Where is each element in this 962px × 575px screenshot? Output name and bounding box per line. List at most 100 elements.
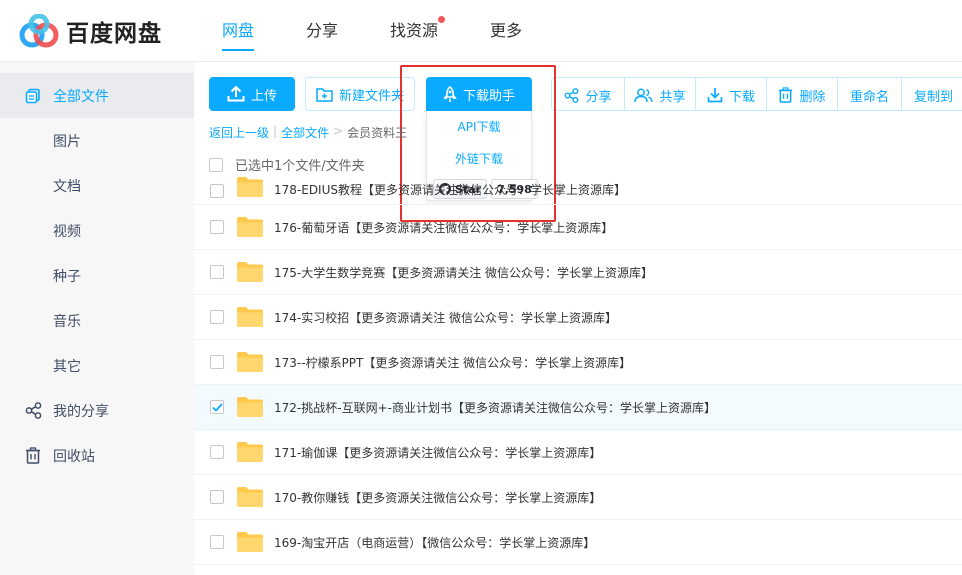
file-row[interactable]: 176-葡萄牙语【更多资源请关注微信公众号：学长掌上资源库】 bbox=[194, 205, 962, 250]
rocket-icon bbox=[443, 85, 457, 102]
copy-to-button[interactable]: 复制到 bbox=[901, 78, 962, 110]
trash-icon bbox=[24, 447, 42, 465]
co-share-label: 共享 bbox=[659, 89, 686, 105]
folder-icon bbox=[237, 217, 263, 237]
file-name[interactable]: 170-教你赚钱【更多资源关注微信公众号：学长掌上资源库】 bbox=[274, 489, 601, 506]
baidu-netdisk-logo[interactable]: 百度网盘 bbox=[18, 14, 162, 48]
folder-icon bbox=[237, 262, 263, 282]
logo-text: 百度网盘 bbox=[66, 21, 162, 47]
trash-icon bbox=[779, 87, 793, 103]
delete-button[interactable]: 删除 bbox=[766, 78, 837, 110]
sidebar-item-label: 图片 bbox=[53, 133, 81, 150]
row-checkbox-checked[interactable] bbox=[210, 400, 224, 414]
file-name[interactable]: 178-EDIUS教程【更多资源请关注微信公众号：学长掌上资源库】 bbox=[274, 181, 626, 198]
sidebar-item-label: 文档 bbox=[53, 178, 81, 195]
nav-label: 找资源 bbox=[390, 21, 439, 40]
sidebar-item-all-files[interactable]: 全部文件 bbox=[0, 73, 194, 118]
file-action-group: 分享 共享 下载 删除 重命名 复制到 bbox=[551, 77, 962, 111]
sidebar-item-other[interactable]: 其它 bbox=[0, 343, 194, 388]
nav-label: 分享 bbox=[306, 21, 339, 40]
folder-icon bbox=[237, 177, 263, 197]
sidebar-item-recycle-bin[interactable]: 回收站 bbox=[0, 433, 194, 478]
download-icon bbox=[707, 88, 723, 103]
row-checkbox[interactable] bbox=[210, 445, 224, 459]
sidebar-item-label: 视频 bbox=[53, 223, 81, 240]
file-name[interactable]: 169-淘宝开店（电商运营）【微信公众号：学长掌上资源库】 bbox=[274, 534, 595, 551]
row-checkbox[interactable] bbox=[210, 310, 224, 324]
file-row[interactable]: 173--柠檬系PPT【更多资源请关注 微信公众号：学长掌上资源库】 bbox=[194, 340, 962, 385]
upload-label: 上传 bbox=[250, 88, 277, 104]
file-row-selected[interactable]: 172-挑战杯-互联网+-商业计划书【更多资源请关注微信公众号：学长掌上资源库】 bbox=[194, 385, 962, 430]
file-name[interactable]: 174-实习校招【更多资源请关注 微信公众号：学长掌上资源库】 bbox=[274, 309, 617, 326]
breadcrumb-all-files-link[interactable]: 全部文件 bbox=[281, 124, 329, 141]
row-checkbox[interactable] bbox=[210, 535, 224, 549]
new-folder-icon bbox=[316, 87, 333, 102]
row-checkbox[interactable] bbox=[210, 490, 224, 504]
sidebar-item-label: 其它 bbox=[53, 358, 81, 375]
breadcrumb-separator: > bbox=[333, 124, 344, 138]
row-checkbox[interactable] bbox=[210, 355, 224, 369]
file-row[interactable]: 178-EDIUS教程【更多资源请关注微信公众号：学长掌上资源库】 bbox=[194, 173, 962, 205]
nav-label: 更多 bbox=[490, 21, 523, 40]
breadcrumb-current: 会员资料王 bbox=[347, 126, 408, 140]
all-files-icon bbox=[24, 87, 42, 105]
download-helper-button[interactable]: 下载助手 bbox=[426, 77, 532, 111]
folder-icon bbox=[237, 307, 263, 327]
row-checkbox[interactable] bbox=[210, 265, 224, 279]
download-helper-label: 下载助手 bbox=[462, 88, 515, 104]
api-download-item[interactable]: API下载 bbox=[427, 111, 531, 143]
notification-dot bbox=[438, 16, 446, 23]
breadcrumb-divider: | bbox=[273, 124, 278, 138]
sidebar-item-label: 全部文件 bbox=[53, 88, 109, 105]
file-row[interactable]: 170-教你赚钱【更多资源关注微信公众号：学长掌上资源库】 bbox=[194, 475, 962, 520]
sidebar-item-images[interactable]: 图片 bbox=[0, 118, 194, 163]
download-button[interactable]: 下载 bbox=[695, 78, 766, 110]
row-checkbox[interactable] bbox=[210, 184, 224, 198]
rename-label: 重命名 bbox=[849, 89, 889, 105]
file-name[interactable]: 175-大学生数学竞赛【更多资源请关注 微信公众号：学长掌上资源库】 bbox=[274, 264, 653, 281]
file-row[interactable]: 171-瑜伽课【更多资源请关注微信公众号：学长掌上资源库】 bbox=[194, 430, 962, 475]
nav-netdisk[interactable]: 网盘 bbox=[222, 0, 255, 62]
file-name[interactable]: 176-葡萄牙语【更多资源请关注微信公众号：学长掌上资源库】 bbox=[274, 219, 613, 236]
delete-label: 删除 bbox=[799, 89, 826, 105]
sidebar-item-label: 我的分享 bbox=[53, 403, 109, 420]
share-label: 分享 bbox=[585, 89, 612, 105]
new-folder-button[interactable]: 新建文件夹 bbox=[305, 77, 415, 111]
share-icon bbox=[24, 402, 42, 420]
file-list: 178-EDIUS教程【更多资源请关注微信公众号：学长掌上资源库】 176-葡萄… bbox=[194, 173, 962, 575]
share-button[interactable]: 分享 bbox=[552, 78, 624, 110]
sidebar-item-documents[interactable]: 文档 bbox=[0, 163, 194, 208]
row-checkbox[interactable] bbox=[210, 220, 224, 234]
nav-more[interactable]: 更多 bbox=[490, 0, 522, 62]
selection-count-text: 已选中1个文件/文件夹 bbox=[235, 159, 365, 174]
nav-share[interactable]: 分享 bbox=[306, 0, 338, 62]
folder-icon bbox=[237, 397, 263, 417]
upload-button[interactable]: 上传 bbox=[209, 77, 295, 111]
file-name[interactable]: 173--柠檬系PPT【更多资源请关注 微信公众号：学长掌上资源库】 bbox=[274, 354, 631, 371]
download-label: 下载 bbox=[728, 89, 755, 105]
file-row[interactable]: 175-大学生数学竞赛【更多资源请关注 微信公众号：学长掌上资源库】 bbox=[194, 250, 962, 295]
logo-icon bbox=[19, 14, 59, 48]
breadcrumb-back-link[interactable]: 返回上一级 bbox=[209, 124, 269, 141]
rename-button[interactable]: 重命名 bbox=[837, 78, 901, 110]
file-row[interactable]: 174-实习校招【更多资源请关注 微信公众号：学长掌上资源库】 bbox=[194, 295, 962, 340]
folder-icon bbox=[237, 442, 263, 462]
external-link-download-item[interactable]: 外链下载 bbox=[427, 143, 531, 175]
file-name[interactable]: 171-瑜伽课【更多资源请关注微信公众号：学长掌上资源库】 bbox=[274, 444, 601, 461]
sidebar-item-music[interactable]: 音乐 bbox=[0, 298, 194, 343]
main-nav: 网盘 分享 找资源 更多 bbox=[222, 0, 574, 62]
file-name[interactable]: 172-挑战杯-互联网+-商业计划书【更多资源请关注微信公众号：学长掌上资源库】 bbox=[274, 399, 716, 416]
users-icon bbox=[634, 88, 654, 102]
select-all-checkbox[interactable] bbox=[209, 157, 223, 172]
sidebar-item-label: 音乐 bbox=[53, 313, 81, 330]
file-row[interactable]: 169-淘宝开店（电商运营）【微信公众号：学长掌上资源库】 bbox=[194, 520, 962, 565]
nav-find-resources[interactable]: 找资源 bbox=[390, 0, 446, 62]
co-share-button[interactable]: 共享 bbox=[624, 78, 695, 110]
sidebar-item-my-shares[interactable]: 我的分享 bbox=[0, 388, 194, 433]
share-icon bbox=[565, 87, 579, 103]
nav-label: 网盘 bbox=[222, 21, 255, 40]
sidebar-item-videos[interactable]: 视频 bbox=[0, 208, 194, 253]
sidebar-item-torrents[interactable]: 种子 bbox=[0, 253, 194, 298]
checkmark-icon bbox=[211, 402, 223, 412]
sidebar-item-label: 种子 bbox=[53, 268, 81, 285]
